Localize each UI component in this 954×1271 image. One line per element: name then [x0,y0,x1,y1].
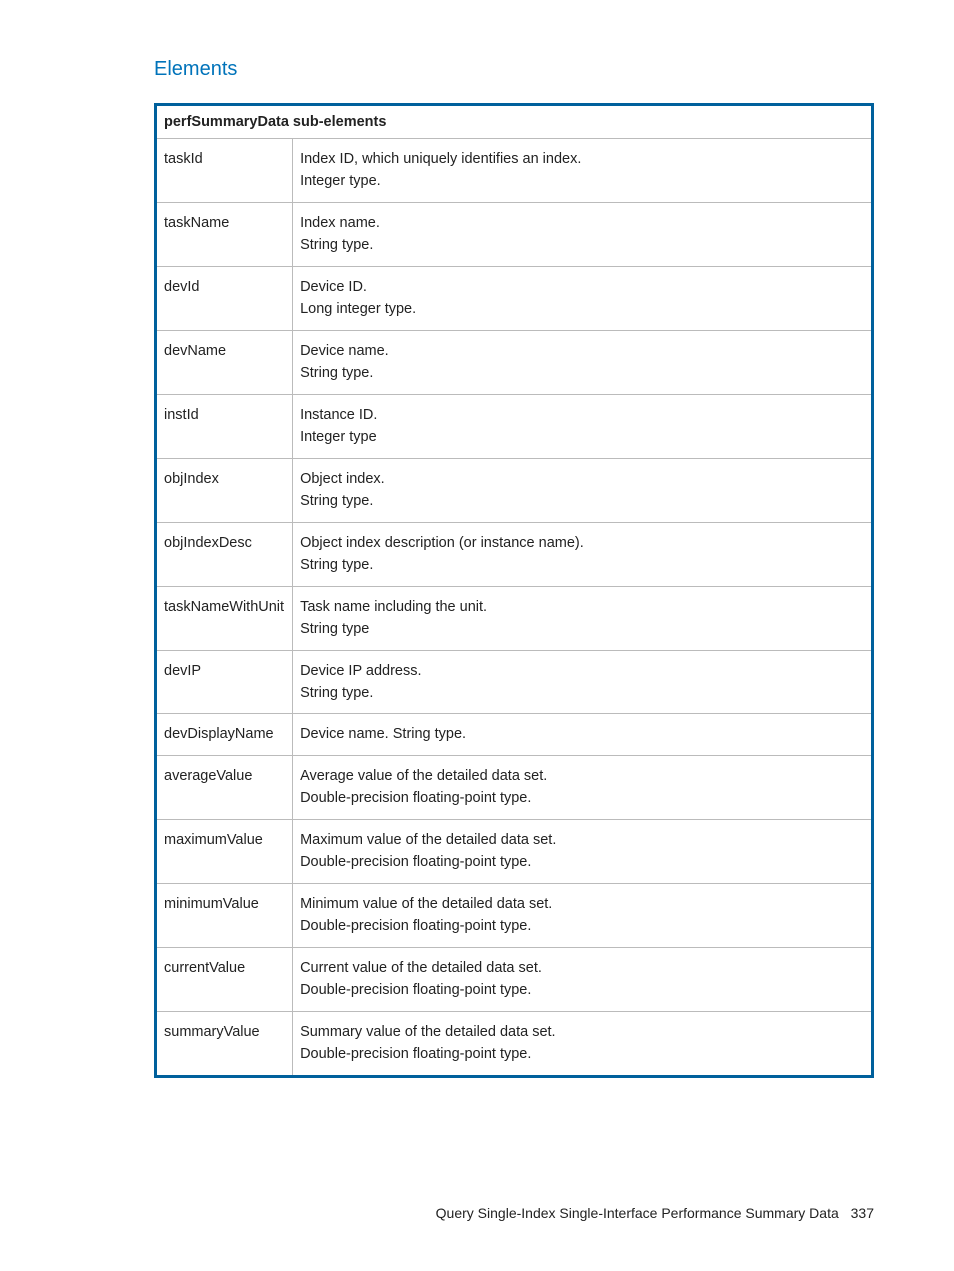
table-row: objIndexDescObject index description (or… [156,522,873,586]
element-name: averageValue [156,755,293,819]
page-footer: Query Single-Index Single-Interface Perf… [436,1205,874,1221]
table-row: taskIdIndex ID, which uniquely identifie… [156,139,873,203]
table-row: devDisplayNameDevice name. String type. [156,714,873,755]
element-name: devIP [156,650,293,714]
element-name: currentValue [156,947,293,1011]
table-row: devIPDevice IP address.String type. [156,650,873,714]
table-row: instIdInstance ID.Integer type [156,394,873,458]
element-name: devId [156,266,293,330]
table-header: perfSummaryData sub-elements [156,105,873,139]
element-name: devName [156,330,293,394]
table-row: taskNameIndex name.String type. [156,202,873,266]
element-description: Average value of the detailed data set.D… [293,755,873,819]
section-title: Elements [154,58,874,81]
table-row: maximumValueMaximum value of the detaile… [156,819,873,883]
table-row: taskNameWithUnitTask name including the … [156,586,873,650]
element-name: minimumValue [156,883,293,947]
element-name: objIndex [156,458,293,522]
element-description: Device ID.Long integer type. [293,266,873,330]
table-row: currentValueCurrent value of the detaile… [156,947,873,1011]
elements-table: perfSummaryData sub-elements taskIdIndex… [154,103,874,1078]
element-name: objIndexDesc [156,522,293,586]
element-description: Object index description (or instance na… [293,522,873,586]
footer-text: Query Single-Index Single-Interface Perf… [436,1205,839,1221]
table-row: minimumValueMinimum value of the detaile… [156,883,873,947]
element-description: Device IP address.String type. [293,650,873,714]
table-row: devIdDevice ID.Long integer type. [156,266,873,330]
element-description: Current value of the detailed data set.D… [293,947,873,1011]
element-description: Device name. String type. [293,714,873,755]
element-name: taskNameWithUnit [156,586,293,650]
table-row: objIndexObject index.String type. [156,458,873,522]
element-description: Summary value of the detailed data set.D… [293,1011,873,1076]
element-description: Instance ID.Integer type [293,394,873,458]
element-description: Maximum value of the detailed data set.D… [293,819,873,883]
element-description: Minimum value of the detailed data set.D… [293,883,873,947]
element-description: Object index.String type. [293,458,873,522]
element-name: devDisplayName [156,714,293,755]
element-name: taskName [156,202,293,266]
element-description: Task name including the unit.String type [293,586,873,650]
element-name: instId [156,394,293,458]
element-description: Index name.String type. [293,202,873,266]
element-description: Device name.String type. [293,330,873,394]
element-name: summaryValue [156,1011,293,1076]
table-row: summaryValueSummary value of the detaile… [156,1011,873,1076]
element-description: Index ID, which uniquely identifies an i… [293,139,873,203]
table-row: averageValueAverage value of the detaile… [156,755,873,819]
element-name: maximumValue [156,819,293,883]
element-name: taskId [156,139,293,203]
table-row: devNameDevice name.String type. [156,330,873,394]
page-number: 337 [851,1205,874,1221]
